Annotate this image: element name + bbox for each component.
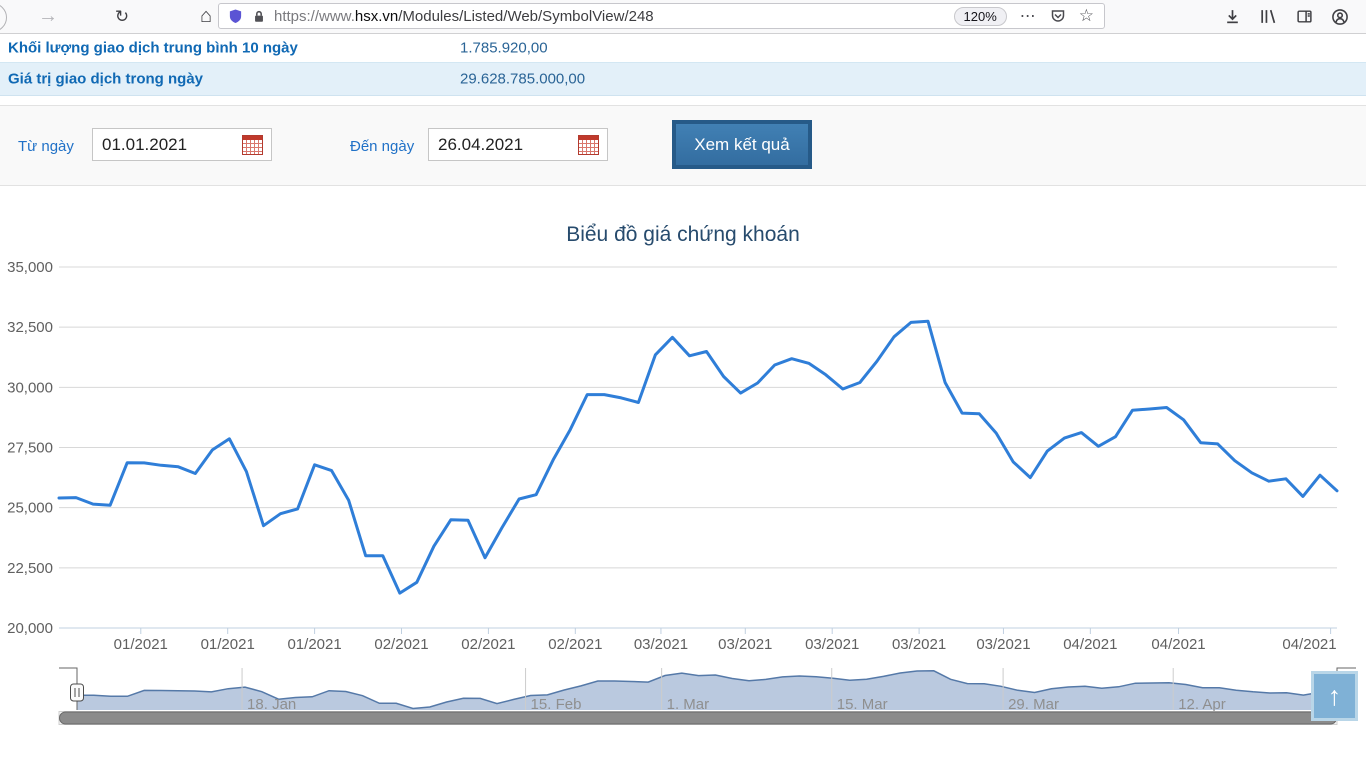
svg-text:35,000: 35,000 — [7, 259, 53, 276]
svg-text:30,000: 30,000 — [7, 379, 53, 396]
stat-label: Khối lượng giao dịch trung bình 10 ngày — [8, 39, 298, 57]
svg-text:04/2021: 04/2021 — [1282, 636, 1336, 653]
svg-text:12. Apr: 12. Apr — [1178, 696, 1226, 713]
lock-icon[interactable] — [252, 9, 266, 24]
url-text: https://www.hsx.vn/Modules/Listed/Web/Sy… — [274, 8, 654, 25]
view-results-button[interactable]: Xem kết quả — [672, 120, 812, 169]
calendar-icon[interactable] — [578, 135, 599, 155]
reload-button[interactable]: ↻ — [108, 0, 136, 33]
svg-text:1. Mar: 1. Mar — [667, 696, 710, 713]
browser-toolbar: → ↻ ⌂ https://www.hsx.vn/Modules/Listed/… — [0, 0, 1366, 34]
price-chart: 20,000 22,500 25,000 27,500 30,000 32,500 35,0… — [7, 259, 1339, 653]
page-actions-icon[interactable]: ⋯ — [1020, 6, 1037, 26]
svg-text:03/2021: 03/2021 — [634, 636, 688, 653]
svg-text:02/2021: 02/2021 — [548, 636, 602, 653]
scroll-to-top-button[interactable]: ↑ — [1311, 671, 1358, 721]
calendar-icon[interactable] — [242, 135, 263, 155]
url-bar[interactable]: https://www.hsx.vn/Modules/Listed/Web/Sy… — [218, 3, 1105, 29]
stat-label: Giá trị giao dịch trong ngày — [8, 70, 204, 88]
stat-value: 29.628.785.000,00 — [460, 70, 586, 88]
zoom-level-badge[interactable]: 120% — [953, 6, 1007, 26]
pocket-icon[interactable] — [1050, 8, 1066, 24]
back-button[interactable] — [0, 3, 7, 32]
home-button[interactable]: ⌂ — [192, 0, 220, 33]
svg-text:01/2021: 01/2021 — [287, 636, 341, 653]
svg-text:03/2021: 03/2021 — [976, 636, 1030, 653]
svg-text:01/2021: 01/2021 — [201, 636, 255, 653]
shield-icon[interactable] — [228, 8, 243, 24]
chart-navigator[interactable]: 18. Jan 15. Feb 1. Mar 15. Mar 29. Mar 12. Ap… — [0, 655, 1366, 730]
from-date-wrapper — [92, 128, 272, 161]
download-icon[interactable] — [1219, 0, 1245, 33]
svg-text:20,000: 20,000 — [7, 620, 53, 637]
date-filter-panel: Từ ngày Đến ngày Xem kết quả — [0, 105, 1366, 186]
chart-title: Biểu đồ giá chứng khoán — [566, 223, 800, 246]
svg-text:03/2021: 03/2021 — [892, 636, 946, 653]
library-icon[interactable] — [1254, 0, 1280, 33]
bookmark-star-icon[interactable]: ☆ — [1079, 6, 1094, 26]
up-arrow-icon: ↑ — [1327, 680, 1342, 711]
svg-text:27,500: 27,500 — [7, 440, 53, 457]
svg-text:22,500: 22,500 — [7, 560, 53, 577]
to-date-label: Đến ngày — [350, 138, 415, 155]
svg-text:32,500: 32,500 — [7, 319, 53, 336]
account-icon[interactable] — [1327, 0, 1353, 33]
svg-text:18. Jan: 18. Jan — [247, 696, 296, 713]
svg-text:15. Feb: 15. Feb — [531, 696, 582, 713]
forward-button[interactable]: → — [34, 0, 62, 33]
svg-text:01/2021: 01/2021 — [114, 636, 168, 653]
stat-value: 1.785.920,00 — [460, 39, 548, 57]
svg-text:29. Mar: 29. Mar — [1008, 696, 1059, 713]
from-date-label: Từ ngày — [18, 138, 74, 155]
svg-text:03/2021: 03/2021 — [718, 636, 772, 653]
url-path: /Modules/Listed/Web/SymbolView/248 — [398, 7, 654, 25]
table-row: Khối lượng giao dịch trung bình 10 ngày … — [0, 34, 1366, 63]
svg-text:04/2021: 04/2021 — [1151, 636, 1205, 653]
svg-text:15. Mar: 15. Mar — [837, 696, 888, 713]
to-date-wrapper — [428, 128, 608, 161]
svg-text:03/2021: 03/2021 — [805, 636, 859, 653]
table-row: Giá trị giao dịch trong ngày 29.628.785.… — [0, 63, 1366, 96]
url-protocol: https://www. — [274, 7, 355, 25]
sidebar-icon[interactable] — [1291, 0, 1317, 33]
url-domain: hsx.vn — [354, 7, 399, 25]
svg-text:02/2021: 02/2021 — [461, 636, 515, 653]
svg-text:25,000: 25,000 — [7, 500, 53, 517]
svg-text:04/2021: 04/2021 — [1063, 636, 1117, 653]
svg-text:02/2021: 02/2021 — [374, 636, 428, 653]
